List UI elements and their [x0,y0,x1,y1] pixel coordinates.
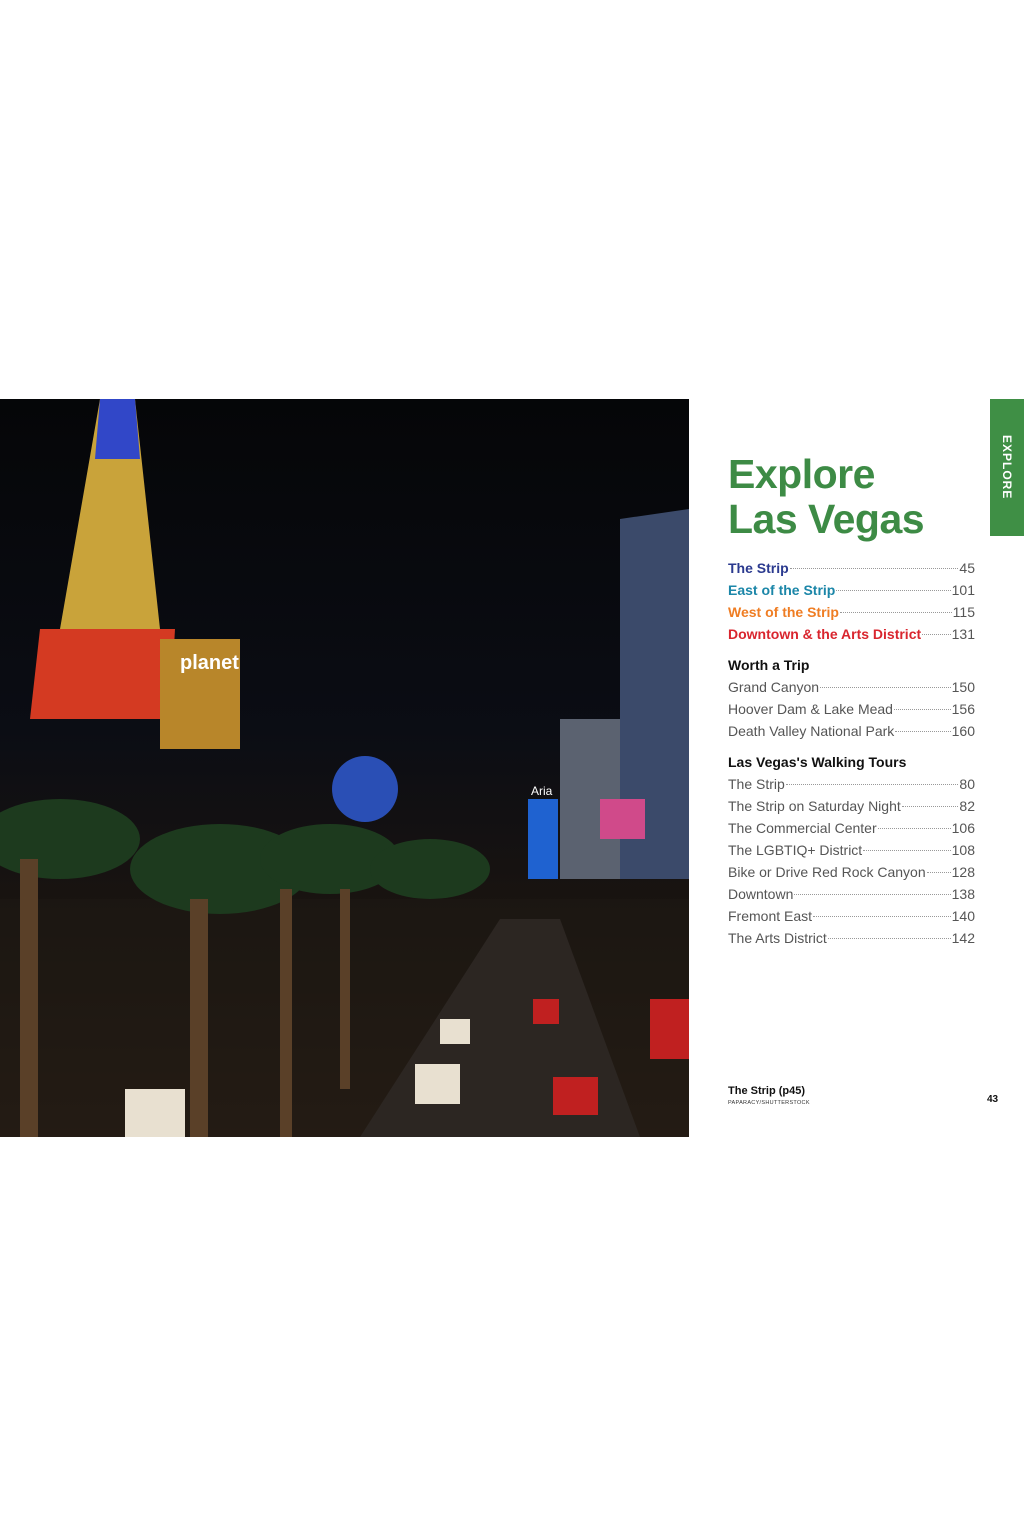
entry-page: 80 [959,776,975,792]
entry-page: 101 [951,582,975,598]
leader-dots [836,590,951,591]
leader-dots [794,894,951,895]
entry-page: 128 [951,864,975,880]
leader-dots [877,828,951,829]
entry-page: 131 [951,626,975,642]
toc-entry[interactable]: The Strip 80 [728,773,975,795]
toc-entry[interactable]: Downtown 138 [728,883,975,905]
section-heading: Las Vegas's Walking Tours [728,754,907,770]
entry-label: Downtown & the Arts District [728,626,922,642]
leader-dots [813,916,951,917]
toc-entry-the-strip[interactable]: The Strip 45 [728,557,975,579]
toc-entry[interactable]: Hoover Dam & Lake Mead 156 [728,698,975,720]
toc-entry[interactable]: The Arts District 142 [728,927,975,949]
aria-sign: Aria [531,784,553,798]
toc-entry-west-of-the-strip[interactable]: West of the Strip 115 [728,601,975,623]
page-number: 43 [987,1094,999,1105]
planet-sign: planet [180,652,239,674]
las-vegas-strip-photo: planet Aria [0,399,689,1137]
photo-caption: The Strip (p45) [728,1085,806,1097]
entry-label: The Strip [728,776,785,792]
toc-entry[interactable]: Grand Canyon 150 [728,676,975,698]
entry-label: East of the Strip [728,582,836,598]
entry-page: 108 [951,842,975,858]
entry-page: 115 [952,604,975,620]
leader-dots [785,784,959,785]
leader-dots [827,938,951,939]
entry-label: Death Valley National Park [728,723,895,739]
photo-credit: PAPARACY/SHUTTERSTOCK [728,1100,810,1106]
leader-dots [820,687,951,688]
entry-label: The Arts District [728,930,827,946]
toc-entry[interactable]: The Strip on Saturday Night 82 [728,795,975,817]
entry-page: 140 [951,908,975,924]
toc-entry-east-of-the-strip[interactable]: East of the Strip 101 [728,579,975,601]
entry-page: 160 [951,723,975,739]
entry-label: Hoover Dam & Lake Mead [728,701,893,717]
title-line-1: Explore [728,451,875,497]
leader-dots [839,612,952,613]
toc-entry-downtown[interactable]: Downtown & the Arts District 131 [728,623,975,645]
entry-page: 45 [959,560,975,576]
entry-page: 156 [951,701,975,717]
walking-tours-list: Las Vegas's Walking Tours The Strip 80 Th… [728,751,975,949]
leader-dots [926,872,951,873]
entry-label: The Strip [728,560,789,576]
entry-label: West of the Strip [728,604,839,620]
entry-page: 150 [951,679,975,695]
entry-page: 106 [951,820,975,836]
leader-dots [789,568,959,569]
entry-label: Downtown [728,886,794,902]
entry-label: The Commercial Center [728,820,877,836]
tab-label: EXPLORE [1000,435,1014,500]
title-line-2: Las Vegas [728,496,925,542]
entry-label: The Strip on Saturday Night [728,798,901,814]
toc-entry[interactable]: The Commercial Center 106 [728,817,975,839]
section-tab-explore[interactable]: EXPLORE [990,399,1024,536]
toc-entry[interactable]: Fremont East 140 [728,905,975,927]
leader-dots [863,850,951,851]
entry-label: Fremont East [728,908,813,924]
entry-label: The LGBTIQ+ District [728,842,863,858]
leader-dots [901,806,959,807]
page-title: Explore Las Vegas [728,451,925,542]
leader-dots [922,634,951,635]
worth-a-trip-list: Worth a Trip Grand Canyon 150 Hoover Dam … [728,654,975,742]
leader-dots [893,709,951,710]
entry-label: Bike or Drive Red Rock Canyon [728,864,926,880]
entry-label: Grand Canyon [728,679,820,695]
toc-entry[interactable]: Death Valley National Park 160 [728,720,975,742]
entry-page: 138 [951,886,975,902]
entry-page: 82 [959,798,975,814]
entry-page: 142 [951,930,975,946]
toc-entry[interactable]: Bike or Drive Red Rock Canyon 128 [728,861,975,883]
region-list: The Strip 45 East of the Strip 101 West of… [728,557,975,645]
toc-entry[interactable]: The LGBTIQ+ District 108 [728,839,975,861]
leader-dots [895,731,951,732]
section-heading: Worth a Trip [728,657,810,673]
